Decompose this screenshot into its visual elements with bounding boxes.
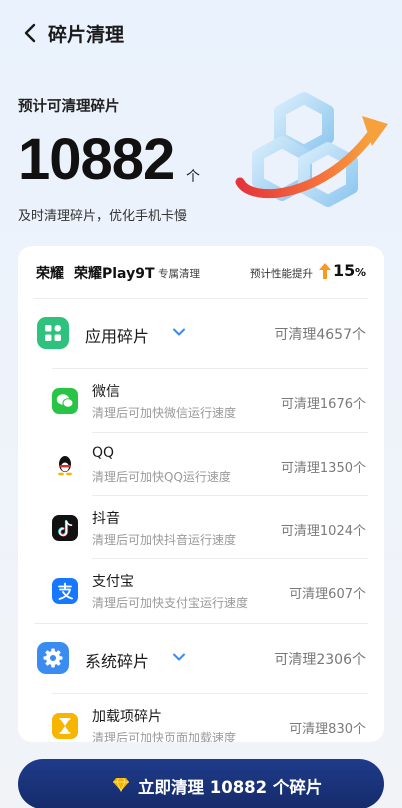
summary-description: 及时清理碎片，优化手机卡慢 — [18, 209, 188, 224]
list-item-addon-fragments[interactable]: 加载项碎片 清理后可加快页面加载速度 可清理830个 — [18, 695, 384, 742]
divider — [52, 693, 368, 694]
douyin-icon — [52, 515, 78, 541]
list-item-qq[interactable]: QQ 清理后可加快QQ运行速度 可清理1350个 — [18, 434, 384, 497]
item-count: 可清理1350个 — [280, 461, 366, 476]
item-name: 支付宝 — [92, 574, 134, 590]
item-hint: 清理后可加快页面加载速度 — [92, 731, 237, 742]
summary-subtitle: 预计可清理碎片 — [18, 99, 120, 115]
alipay-icon — [52, 578, 78, 604]
group-label: 系统碎片 — [85, 652, 150, 671]
grid-icon — [37, 317, 69, 349]
divider — [34, 623, 368, 624]
qq-icon — [52, 452, 78, 478]
group-app-fragments[interactable]: 应用碎片 可清理4657个 — [18, 303, 384, 363]
perf-unit: % — [355, 266, 367, 279]
item-count: 可清理1676个 — [280, 397, 366, 412]
divider — [92, 558, 368, 559]
perf-label: 预计性能提升 — [250, 268, 313, 280]
list-item-wechat[interactable]: 微信 清理后可加快微信运行速度 可清理1676个 — [18, 370, 384, 433]
chevron-down-icon[interactable] — [172, 650, 186, 664]
list-item-douyin[interactable]: 抖音 清理后可加快抖音运行速度 可清理1024个 — [18, 497, 384, 560]
item-count: 可清理830个 — [289, 722, 366, 737]
divider — [92, 432, 368, 433]
wechat-icon — [52, 388, 78, 414]
item-hint: 清理后可加快抖音运行速度 — [92, 533, 237, 547]
group-count: 可清理2306个 — [274, 652, 366, 668]
fragment-card: 荣耀 荣耀Play9T 专属清理 预计性能提升 15 % 应用碎片 可清理465… — [18, 246, 384, 742]
item-hint: 清理后可加快微信运行速度 — [92, 406, 237, 420]
back-arrow-icon[interactable] — [20, 21, 42, 45]
perf-value: 15 — [333, 261, 356, 280]
fragment-unit: 个 — [186, 169, 200, 185]
up-arrow-icon — [319, 263, 331, 279]
group-label: 应用碎片 — [85, 327, 150, 346]
device-brand: 荣耀 — [36, 266, 64, 282]
fragment-count: 10882 — [18, 127, 175, 192]
item-name: 加载项碎片 — [92, 709, 162, 725]
item-hint: 清理后可加快支付宝运行速度 — [92, 596, 249, 610]
item-name: QQ — [92, 445, 115, 461]
item-hint: 清理后可加快QQ运行速度 — [92, 470, 231, 484]
clean-now-label: 立即清理 10882 个碎片 — [138, 778, 323, 797]
diamond-icon — [113, 777, 129, 793]
divider — [34, 298, 368, 299]
item-count: 可清理607个 — [289, 587, 366, 602]
divider — [92, 495, 368, 496]
item-count: 可清理1024个 — [280, 524, 366, 539]
item-name: 抖音 — [92, 511, 120, 527]
list-item-alipay[interactable]: 支付宝 清理后可加快支付宝运行速度 可清理607个 — [18, 560, 384, 623]
chevron-down-icon[interactable] — [172, 325, 186, 339]
cleanup-illustration-icon — [235, 92, 388, 207]
item-name: 微信 — [92, 384, 120, 400]
top-bar: 碎片清理 — [0, 0, 402, 66]
exclusive-label: 专属清理 — [158, 268, 200, 280]
gear-icon — [37, 642, 69, 674]
device-header: 荣耀 荣耀Play9T 专属清理 预计性能提升 15 % — [18, 246, 384, 298]
divider — [52, 368, 368, 369]
group-system-fragments[interactable]: 系统碎片 可清理2306个 — [18, 628, 384, 688]
device-model: 荣耀Play9T — [74, 266, 155, 282]
clean-now-button[interactable]: 立即清理 10882 个碎片 — [18, 759, 384, 808]
group-count: 可清理4657个 — [274, 327, 366, 343]
hourglass-icon — [52, 713, 78, 739]
page-title: 碎片清理 — [48, 24, 125, 46]
